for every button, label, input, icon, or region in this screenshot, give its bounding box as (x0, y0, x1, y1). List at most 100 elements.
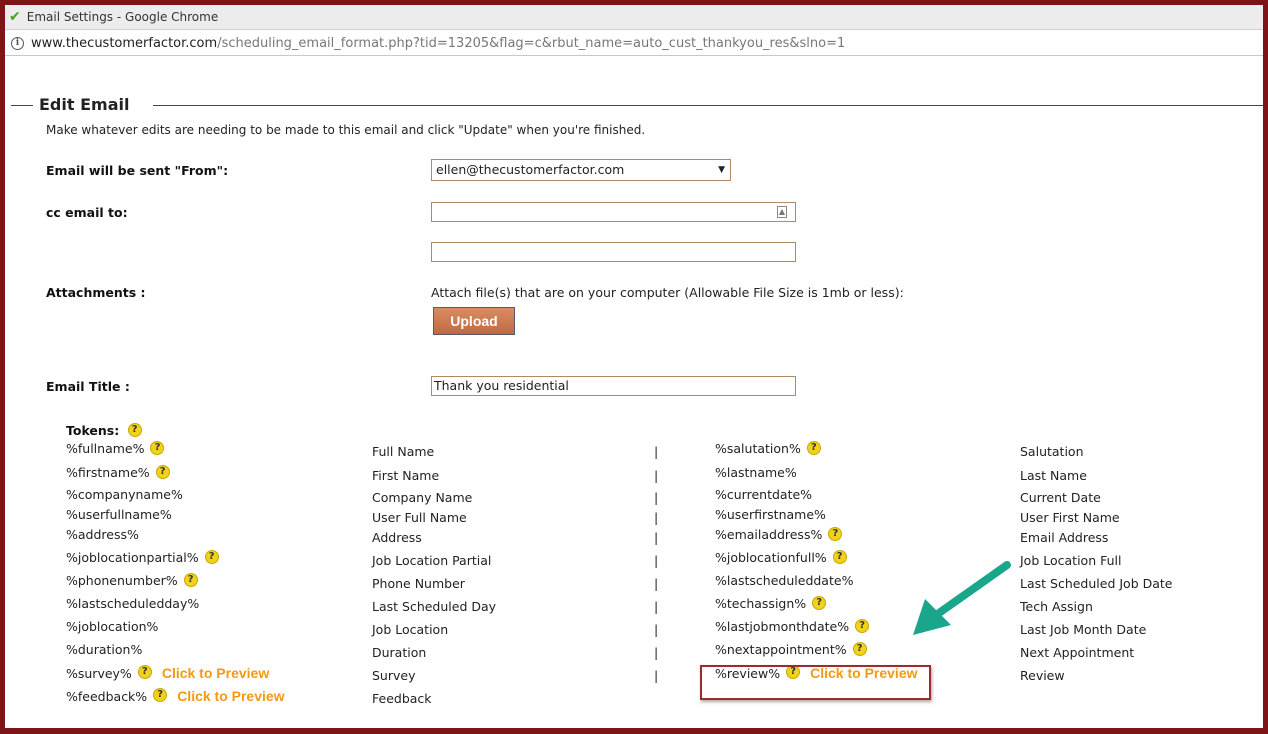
token-description: Job Location Full (1020, 553, 1122, 568)
preview-link[interactable]: Click to Preview (177, 688, 284, 704)
column-separator: | (654, 468, 659, 483)
token-code[interactable]: %nextappointment% (715, 642, 847, 657)
help-icon[interactable]: ? (153, 688, 168, 702)
fieldset-border-right (153, 105, 1263, 106)
help-icon[interactable]: ? (806, 441, 821, 455)
help-icon[interactable]: ? (828, 527, 843, 541)
tokens-label-text: Tokens: (66, 423, 120, 438)
token-code[interactable]: %firstname% (66, 465, 150, 480)
token-code[interactable]: %userfullname% (66, 507, 172, 522)
preview-link[interactable]: Click to Preview (162, 665, 269, 681)
token-description: Address (372, 530, 422, 545)
token-description: Current Date (1020, 490, 1101, 505)
from-label: Email will be sent "From": (46, 163, 229, 178)
email-title-field[interactable]: Thank you residential (431, 376, 796, 396)
token-code[interactable]: %lastscheduledday% (66, 596, 199, 611)
token-item: %survey%? Click to Preview (66, 665, 269, 681)
cc-email-field[interactable]: ▲ (431, 202, 796, 222)
token-item: %feedback%? Click to Preview (66, 688, 285, 704)
token-item: %lastjobmonthdate%? (715, 619, 870, 634)
fieldset-border-left (11, 105, 33, 106)
upload-button[interactable]: Upload (433, 307, 515, 335)
token-item: %techassign%? (715, 596, 827, 611)
token-item: %firstname%? (66, 465, 170, 480)
token-code[interactable]: %companyname% (66, 487, 183, 502)
page-content: Edit Email Make whatever edits are needi… (5, 57, 1263, 728)
token-item: %joblocationfull%? (715, 550, 847, 565)
column-separator: | (654, 645, 659, 660)
token-code[interactable]: %emailaddress% (715, 527, 822, 542)
column-separator: | (654, 576, 659, 591)
token-description: Salutation (1020, 444, 1084, 459)
token-description: Email Address (1020, 530, 1109, 545)
column-separator: | (654, 490, 659, 505)
token-code[interactable]: %lastjobmonthdate% (715, 619, 849, 634)
cc-email-field-2[interactable] (431, 242, 796, 262)
token-description: User Full Name (372, 510, 467, 525)
token-item: %userfirstname% (715, 507, 826, 522)
token-item: %salutation%? (715, 441, 821, 456)
token-code[interactable]: %joblocationfull% (715, 550, 827, 565)
token-description: Job Location (372, 622, 449, 637)
token-description: Phone Number (372, 576, 465, 591)
token-item: %companyname% (66, 487, 183, 502)
token-item: %phonenumber%? (66, 573, 198, 588)
token-code[interactable]: %fullname% (66, 441, 144, 456)
token-description: Duration (372, 645, 427, 660)
from-select-value: ellen@thecustomerfactor.com (436, 162, 625, 177)
url-path[interactable]: /scheduling_email_format.php?tid=13205&f… (217, 36, 845, 51)
token-description: Review (1020, 668, 1065, 683)
token-code[interactable]: %survey% (66, 666, 132, 681)
token-code[interactable]: %currentdate% (715, 487, 812, 502)
token-code[interactable]: %salutation% (715, 441, 801, 456)
token-code[interactable]: %address% (66, 527, 139, 542)
help-icon[interactable]: ? (183, 573, 198, 587)
token-code[interactable]: %joblocationpartial% (66, 550, 199, 565)
instructions-text: Make whatever edits are needing to be ma… (46, 123, 646, 137)
annotation-highlight-box (700, 665, 931, 700)
contact-card-icon[interactable]: ▲ (777, 206, 787, 218)
annotation-arrow-shaft (935, 561, 1011, 617)
token-item: %emailaddress%? (715, 527, 843, 542)
email-title-label: Email Title : (46, 379, 130, 394)
token-description: Company Name (372, 490, 473, 505)
help-icon[interactable]: ? (852, 642, 867, 656)
token-code[interactable]: %userfirstname% (715, 507, 826, 522)
address-bar[interactable]: i www.thecustomerfactor.com/scheduling_e… (5, 31, 1263, 56)
token-description: Feedback (372, 691, 432, 706)
token-code[interactable]: %techassign% (715, 596, 806, 611)
token-code[interactable]: %phonenumber% (66, 573, 178, 588)
token-item: %nextappointment%? (715, 642, 867, 657)
from-select[interactable]: ellen@thecustomerfactor.com ▼ (431, 159, 731, 181)
url-host[interactable]: www.thecustomerfactor.com (31, 36, 217, 51)
tokens-label: Tokens: ? (66, 423, 142, 438)
token-item: %duration% (66, 642, 142, 657)
attach-instructions: Attach file(s) that are on your computer… (431, 285, 904, 300)
attachments-label: Attachments : (46, 285, 146, 300)
token-item: %address% (66, 527, 139, 542)
help-icon[interactable]: ? (127, 423, 142, 437)
token-code[interactable]: %duration% (66, 642, 142, 657)
annotation-arrow (913, 561, 1011, 635)
info-icon[interactable]: i (11, 36, 24, 50)
title-bar: ✔ Email Settings - Google Chrome (5, 5, 1263, 30)
column-separator: | (654, 510, 659, 525)
token-code[interactable]: %joblocation% (66, 619, 158, 634)
token-description: Tech Assign (1020, 599, 1093, 614)
help-icon[interactable]: ? (204, 550, 219, 564)
help-icon[interactable]: ? (832, 550, 847, 564)
cc-label: cc email to: (46, 205, 128, 220)
token-code[interactable]: %feedback% (66, 689, 147, 704)
token-item: %lastscheduleddate% (715, 573, 853, 588)
page-title: Edit Email (39, 95, 130, 114)
help-icon[interactable]: ? (155, 465, 170, 479)
help-icon[interactable]: ? (150, 441, 165, 455)
token-description: Full Name (372, 444, 435, 459)
token-description: Job Location Partial (372, 553, 492, 568)
token-code[interactable]: %lastname% (715, 465, 797, 480)
help-icon[interactable]: ? (137, 665, 152, 679)
help-icon[interactable]: ? (812, 596, 827, 610)
help-icon[interactable]: ? (855, 619, 870, 633)
token-code[interactable]: %lastscheduleddate% (715, 573, 853, 588)
token-item: %joblocation% (66, 619, 158, 634)
